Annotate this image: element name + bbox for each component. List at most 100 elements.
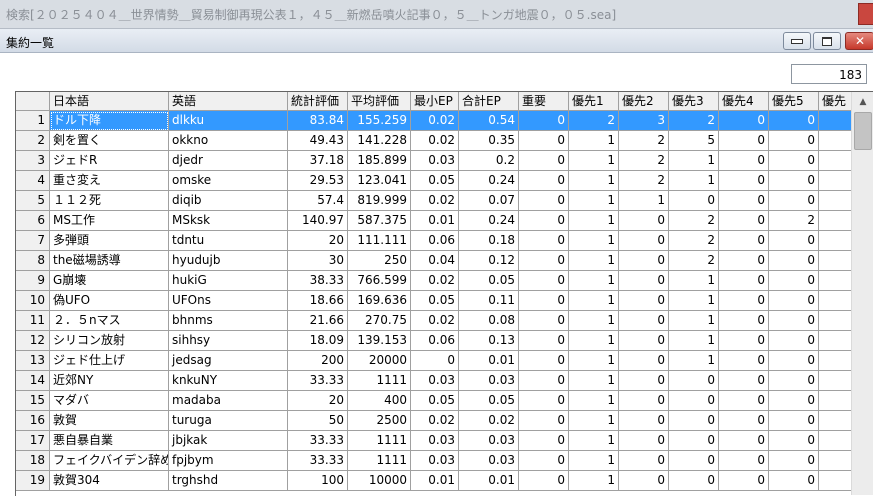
- row-number[interactable]: 6: [16, 211, 50, 231]
- table-cell[interactable]: 0: [619, 311, 669, 331]
- table-cell[interactable]: 1: [569, 131, 619, 151]
- table-cell[interactable]: 0: [769, 311, 819, 331]
- table-cell[interactable]: 0: [519, 211, 569, 231]
- table-cell[interactable]: 0: [769, 171, 819, 191]
- vertical-scrollbar[interactable]: ▲: [851, 92, 873, 495]
- table-cell[interactable]: [819, 411, 854, 431]
- table-cell[interactable]: 1: [569, 171, 619, 191]
- row-number[interactable]: 5: [16, 191, 50, 211]
- table-cell[interactable]: 49.43: [288, 131, 348, 151]
- close-button[interactable]: ✕: [845, 32, 873, 50]
- table-cell[interactable]: 0: [519, 391, 569, 411]
- row-number[interactable]: 18: [16, 451, 50, 471]
- table-cell[interactable]: 0: [619, 251, 669, 271]
- table-cell[interactable]: 18.66: [288, 291, 348, 311]
- table-cell[interactable]: 20000: [348, 351, 411, 371]
- table-cell[interactable]: 0: [719, 471, 769, 491]
- table-cell[interactable]: [819, 331, 854, 351]
- table-cell[interactable]: 剣を置く: [50, 131, 169, 151]
- table-cell[interactable]: 0: [519, 351, 569, 371]
- column-header[interactable]: 平均評価: [348, 92, 411, 111]
- table-cell[interactable]: tdntu: [169, 231, 288, 251]
- table-cell[interactable]: 0: [519, 171, 569, 191]
- table-cell[interactable]: 1: [569, 191, 619, 211]
- table-cell[interactable]: ジェドR: [50, 151, 169, 171]
- table-cell[interactable]: 0.05: [411, 171, 459, 191]
- table-row[interactable]: 16 敦賀 turuga 50 2500 0.02 0.02 0 1 0 0 0 0: [16, 411, 854, 431]
- table-cell[interactable]: 0: [769, 331, 819, 351]
- table-cell[interactable]: 5: [669, 131, 719, 151]
- table-row[interactable]: 6 MS工作 MSksk 140.97 587.375 0.01 0.24 0 1 0 2 0 2: [16, 211, 854, 231]
- table-cell[interactable]: 1: [569, 231, 619, 251]
- table-cell[interactable]: [819, 291, 854, 311]
- table-cell[interactable]: 0.03: [411, 431, 459, 451]
- table-cell[interactable]: 0: [719, 131, 769, 151]
- table-cell[interactable]: [819, 271, 854, 291]
- outer-close-button[interactable]: [858, 3, 873, 25]
- table-cell[interactable]: [819, 391, 854, 411]
- table-cell[interactable]: 0: [519, 331, 569, 351]
- table-cell[interactable]: 1: [669, 331, 719, 351]
- table-cell[interactable]: 0: [519, 451, 569, 471]
- table-cell[interactable]: 111.111: [348, 231, 411, 251]
- table-cell[interactable]: 139.153: [348, 331, 411, 351]
- table-cell[interactable]: hyudujb: [169, 251, 288, 271]
- table-cell[interactable]: [819, 311, 854, 331]
- table-cell[interactable]: 0.01: [411, 211, 459, 231]
- table-cell[interactable]: 0.24: [459, 171, 519, 191]
- table-cell[interactable]: G崩壊: [50, 271, 169, 291]
- table-cell[interactable]: 0: [669, 391, 719, 411]
- table-cell[interactable]: 0: [619, 211, 669, 231]
- table-cell[interactable]: 1111: [348, 371, 411, 391]
- table-cell[interactable]: 0: [669, 191, 719, 211]
- table-cell[interactable]: 0: [719, 351, 769, 371]
- table-cell[interactable]: 1: [569, 351, 619, 371]
- table-cell[interactable]: 近郊NY: [50, 371, 169, 391]
- row-number[interactable]: 8: [16, 251, 50, 271]
- table-cell[interactable]: 1: [569, 251, 619, 271]
- table-row[interactable]: 5 １１２死 diqib 57.4 819.999 0.02 0.07 0 1 1 0 0 0: [16, 191, 854, 211]
- table-cell[interactable]: [819, 231, 854, 251]
- table-cell[interactable]: 1: [569, 211, 619, 231]
- table-cell[interactable]: bhnms: [169, 311, 288, 331]
- table-cell[interactable]: [819, 211, 854, 231]
- table-cell[interactable]: UFOns: [169, 291, 288, 311]
- column-header[interactable]: 最小EP: [411, 92, 459, 111]
- table-cell[interactable]: 2: [569, 111, 619, 131]
- table-cell[interactable]: 1: [619, 191, 669, 211]
- table-cell[interactable]: 1: [669, 151, 719, 171]
- table-cell[interactable]: 0: [519, 431, 569, 451]
- table-cell[interactable]: 2: [619, 151, 669, 171]
- table-cell[interactable]: 0.13: [459, 331, 519, 351]
- table-cell[interactable]: 20: [288, 391, 348, 411]
- table-cell[interactable]: 123.041: [348, 171, 411, 191]
- table-row[interactable]: 1 ドル下降 dlkku 83.84 155.259 0.02 0.54 0 2 3 2 0 0: [16, 111, 854, 131]
- table-cell[interactable]: 0: [769, 251, 819, 271]
- table-cell[interactable]: sihhsy: [169, 331, 288, 351]
- table-cell[interactable]: 0: [519, 411, 569, 431]
- table-cell[interactable]: 0.12: [459, 251, 519, 271]
- row-number[interactable]: 11: [16, 311, 50, 331]
- table-cell[interactable]: 1111: [348, 431, 411, 451]
- table-cell[interactable]: 2: [619, 171, 669, 191]
- table-cell[interactable]: 33.33: [288, 451, 348, 471]
- table-cell[interactable]: 0.18: [459, 231, 519, 251]
- table-cell[interactable]: 0: [719, 431, 769, 451]
- table-cell[interactable]: 0: [719, 171, 769, 191]
- table-cell[interactable]: 83.84: [288, 111, 348, 131]
- table-row[interactable]: 3 ジェドR djedr 37.18 185.899 0.03 0.2 0 1 2 1 0 0: [16, 151, 854, 171]
- row-number[interactable]: 7: [16, 231, 50, 251]
- column-header[interactable]: 優先2: [619, 92, 669, 111]
- table-cell[interactable]: 0: [519, 151, 569, 171]
- table-cell[interactable]: 0: [619, 431, 669, 451]
- table-cell[interactable]: MS工作: [50, 211, 169, 231]
- table-cell[interactable]: 多弾頭: [50, 231, 169, 251]
- column-header[interactable]: 合計EP: [459, 92, 519, 111]
- table-cell[interactable]: [819, 111, 854, 131]
- table-cell[interactable]: 0: [669, 371, 719, 391]
- table-cell[interactable]: 0.02: [411, 271, 459, 291]
- table-cell[interactable]: 敦賀304: [50, 471, 169, 491]
- table-cell[interactable]: 偽UFO: [50, 291, 169, 311]
- table-cell[interactable]: 155.259: [348, 111, 411, 131]
- table-cell[interactable]: 0: [619, 271, 669, 291]
